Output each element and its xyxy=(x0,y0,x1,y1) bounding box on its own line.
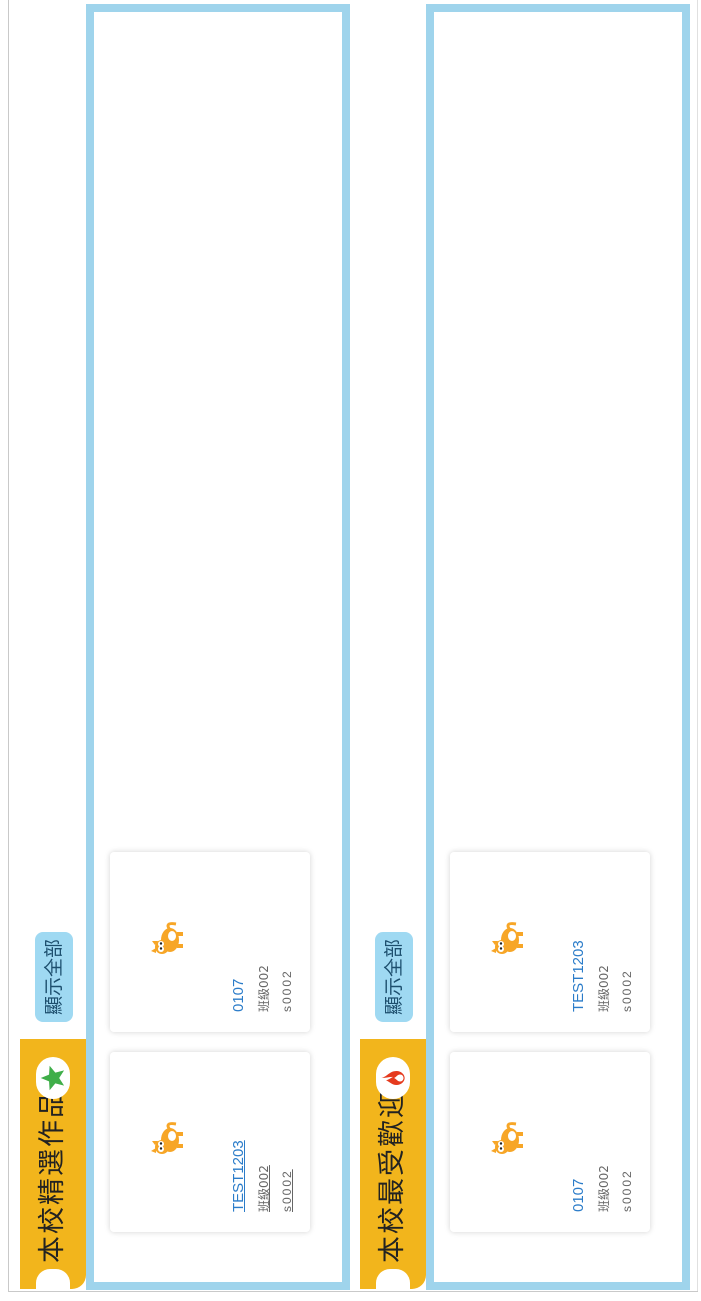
project-class-label: 班級002 xyxy=(257,965,271,1012)
featured-badge xyxy=(36,1057,70,1099)
featured-section: 本校精選作品 顯示全部 TEST1203 班級002 s0002 0107 班級… xyxy=(20,0,360,1291)
scratch-cat-icon xyxy=(491,922,523,954)
project-author-link[interactable]: s0002 xyxy=(280,1169,294,1212)
project-class-label: 班級002 xyxy=(597,1165,611,1212)
project-card[interactable]: TEST1203 班級002 s0002 xyxy=(110,1052,310,1232)
popular-tab: 本校最受歡迎 xyxy=(360,1039,426,1291)
tab-notch xyxy=(36,1269,70,1291)
featured-panel: TEST1203 班級002 s0002 0107 班級002 s0002 xyxy=(86,4,350,1290)
featured-tab: 本校精選作品 xyxy=(20,1039,86,1291)
project-card[interactable]: TEST1203 班級002 s0002 xyxy=(450,852,650,1032)
flame-icon xyxy=(381,1071,405,1085)
star-icon xyxy=(40,1065,65,1091)
scratch-cat-icon xyxy=(151,1122,183,1154)
project-card[interactable]: 0107 班級002 s0002 xyxy=(110,852,310,1032)
project-author-label: s0002 xyxy=(620,969,634,1012)
project-author-label: s0002 xyxy=(280,969,294,1012)
project-title-link[interactable]: 0107 xyxy=(230,979,247,1012)
project-author-label: s0002 xyxy=(620,1169,634,1212)
scratch-cat-icon xyxy=(491,1122,523,1154)
page-border-bottom xyxy=(8,1291,698,1292)
popular-title: 本校最受歡迎 xyxy=(377,1089,408,1263)
page-border-left xyxy=(8,0,9,1292)
tab-notch xyxy=(376,1269,410,1291)
popular-section: 本校最受歡迎 顯示全部 0107 班級002 s0002 TEST1203 班級… xyxy=(360,0,700,1291)
project-card[interactable]: 0107 班級002 s0002 xyxy=(450,1052,650,1232)
project-class-label: 班級002 xyxy=(597,965,611,1012)
popular-show-all-button[interactable]: 顯示全部 xyxy=(375,932,413,1022)
project-title-link[interactable]: 0107 xyxy=(570,1179,587,1212)
project-title-link[interactable]: TEST1203 xyxy=(230,1140,247,1212)
popular-panel: 0107 班級002 s0002 TEST1203 班級002 s0002 xyxy=(426,4,690,1290)
featured-show-all-button[interactable]: 顯示全部 xyxy=(35,932,73,1022)
featured-title: 本校精選作品 xyxy=(37,1089,68,1263)
popular-badge xyxy=(376,1057,410,1099)
project-title-link[interactable]: TEST1203 xyxy=(570,940,587,1012)
scratch-cat-icon xyxy=(151,922,183,954)
project-class-link[interactable]: 班級002 xyxy=(255,1165,272,1212)
